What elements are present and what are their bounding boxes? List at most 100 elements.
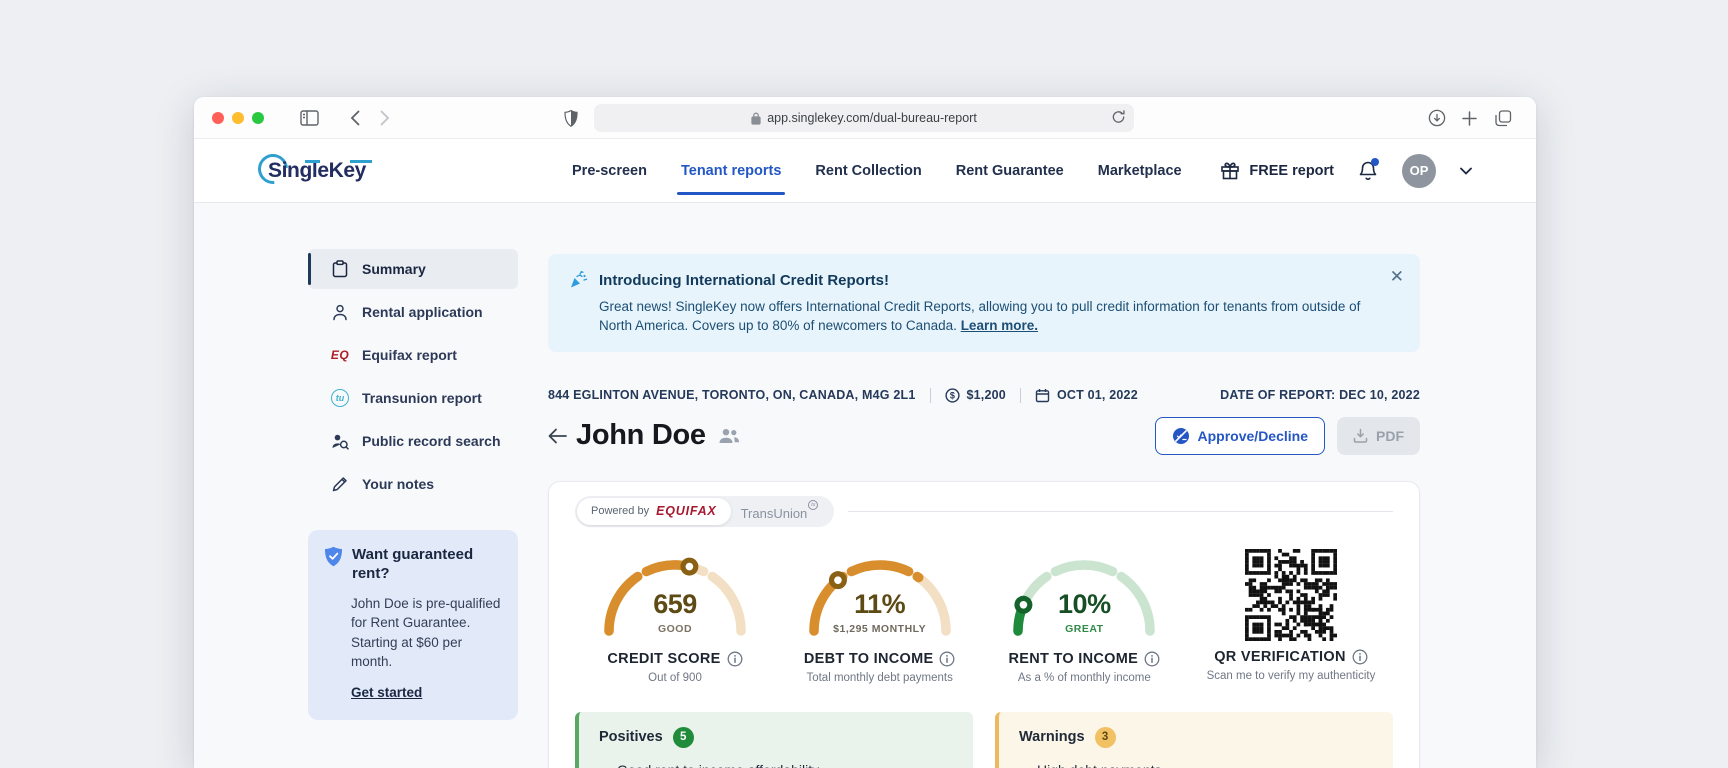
app-navbar: SingleKey Pre-screen Tenant reports Rent… bbox=[194, 139, 1536, 203]
rent-to-income-metric: 10% GREAT RENT TO INCOME As a % of month… bbox=[986, 549, 1182, 684]
co-applicants-icon[interactable] bbox=[718, 428, 740, 444]
positives-count-badge: 5 bbox=[672, 726, 694, 748]
positives-panel: Positives 5 Good rent to income affordab… bbox=[575, 711, 973, 768]
tenant-name: John Doe bbox=[576, 419, 706, 452]
info-icon[interactable] bbox=[727, 651, 743, 667]
back-icon[interactable] bbox=[344, 107, 366, 129]
report-sidebar: Summary Rental application EQ Equifax re… bbox=[308, 249, 518, 768]
zoom-window-button[interactable] bbox=[252, 112, 264, 124]
lock-icon bbox=[751, 112, 761, 125]
positive-item: Good rent to income affordability bbox=[617, 762, 953, 768]
debt-to-income-metric: 11% $1,295 MONTHLY DEBT TO INCOME Total … bbox=[782, 549, 978, 684]
powered-by-label: Powered by bbox=[591, 505, 650, 518]
transunion-logo-icon: tu bbox=[330, 389, 350, 407]
qr-verification-block: QR VERIFICATION Scan me to verify my aut… bbox=[1191, 548, 1391, 684]
sidebar-item-transunion-report[interactable]: tu Transunion report bbox=[308, 378, 518, 418]
navbar-actions: FREE report OP bbox=[1220, 153, 1472, 188]
learn-more-link[interactable]: Learn more. bbox=[961, 318, 1038, 333]
url-text: app.singlekey.com/dual-bureau-report bbox=[767, 111, 977, 125]
tab-overview-icon[interactable] bbox=[1492, 107, 1514, 129]
credit-score-rating: GOOD bbox=[657, 622, 693, 635]
browser-window: app.singlekey.com/dual-bureau-report Sin… bbox=[194, 97, 1536, 768]
credit-score-caption: Out of 900 bbox=[648, 671, 702, 684]
shield-check-icon bbox=[324, 546, 343, 567]
divider bbox=[929, 387, 931, 403]
person-icon bbox=[330, 304, 350, 321]
flags-row: Positives 5 Good rent to income affordab… bbox=[575, 711, 1393, 768]
new-tab-icon[interactable] bbox=[1458, 107, 1480, 129]
tab-tenant-reports[interactable]: Tenant reports bbox=[676, 139, 786, 203]
warnings-count-badge: 3 bbox=[1094, 726, 1116, 748]
close-window-button[interactable] bbox=[212, 112, 224, 124]
qr-caption: Scan me to verify my authenticity bbox=[1206, 669, 1376, 682]
property-address: 844 EGLINTON AVENUE, TORONTO, ON, CANADA… bbox=[548, 388, 916, 403]
browser-toolbar: app.singlekey.com/dual-bureau-report bbox=[194, 97, 1536, 139]
sidebar-toggle-icon[interactable] bbox=[298, 107, 320, 129]
minimize-window-button[interactable] bbox=[232, 112, 244, 124]
privacy-shield-icon[interactable] bbox=[560, 107, 582, 129]
notifications-button[interactable] bbox=[1358, 157, 1379, 182]
rent-to-income-caption: As a % of monthly income bbox=[1017, 671, 1151, 684]
sidebar-item-label: Equifax report bbox=[362, 347, 457, 363]
clipboard-icon bbox=[330, 260, 350, 278]
get-started-link[interactable]: Get started bbox=[351, 685, 422, 700]
divider bbox=[848, 510, 1393, 512]
free-report-label: FREE report bbox=[1249, 162, 1334, 179]
download-icon bbox=[1353, 428, 1368, 444]
lease-start-date: OCT 01, 2022 bbox=[1056, 388, 1138, 403]
qr-code-image bbox=[1244, 548, 1337, 641]
summary-card: Powered by EQUIFAX TransUnion tu 659 GOO… bbox=[548, 480, 1420, 768]
info-icon[interactable] bbox=[1144, 651, 1160, 667]
person-search-icon bbox=[330, 433, 350, 450]
tab-equifax[interactable]: Powered by EQUIFAX bbox=[577, 497, 731, 525]
tab-rent-collection[interactable]: Rent Collection bbox=[815, 139, 921, 203]
transunion-mark-icon: tu bbox=[808, 499, 819, 510]
bureau-tabs: Powered by EQUIFAX TransUnion tu bbox=[575, 495, 1393, 527]
sidebar-item-your-notes[interactable]: Your notes bbox=[308, 464, 518, 504]
info-icon[interactable] bbox=[939, 651, 955, 667]
dollar-circle-icon: $ bbox=[944, 388, 960, 403]
pdf-label: PDF bbox=[1376, 427, 1404, 444]
pencil-icon bbox=[330, 476, 350, 492]
credit-score-label: CREDIT SCORE bbox=[607, 650, 721, 667]
debt-to-income-caption: Total monthly debt payments bbox=[806, 671, 953, 684]
approve-decline-icon bbox=[1172, 427, 1190, 445]
sidebar-item-label: Summary bbox=[362, 261, 426, 277]
credit-score-value: 659 bbox=[653, 588, 697, 619]
monthly-rent: $1,200 bbox=[966, 388, 1006, 403]
info-icon[interactable] bbox=[1352, 649, 1368, 665]
credit-score-metric: 659 GOOD CREDIT SCORE Out of 900 bbox=[577, 549, 773, 684]
svg-text:$: $ bbox=[949, 390, 954, 400]
close-icon[interactable]: ✕ bbox=[1390, 268, 1404, 285]
sidebar-item-rental-application[interactable]: Rental application bbox=[308, 292, 518, 332]
tab-transunion[interactable]: TransUnion tu bbox=[731, 499, 833, 521]
sidebar-item-summary[interactable]: Summary bbox=[308, 249, 518, 289]
page-content: Summary Rental application EQ Equifax re… bbox=[194, 203, 1536, 768]
approve-decline-button[interactable]: Approve/Decline bbox=[1154, 416, 1325, 455]
tab-rent-guarantee[interactable]: Rent Guarantee bbox=[956, 139, 1064, 203]
account-chevron-down-icon[interactable] bbox=[1460, 167, 1472, 175]
free-report-button[interactable]: FREE report bbox=[1220, 161, 1334, 180]
announcement-banner: Introducing International Credit Reports… bbox=[548, 254, 1420, 352]
reload-icon[interactable] bbox=[1111, 109, 1126, 125]
sidebar-item-public-record-search[interactable]: Public record search bbox=[308, 421, 518, 461]
rent-to-income-label: RENT TO INCOME bbox=[1008, 650, 1139, 667]
promo-body: John Doe is pre-qualified for Rent Guara… bbox=[351, 595, 501, 670]
calendar-icon bbox=[1035, 388, 1050, 403]
tab-pre-screen[interactable]: Pre-screen bbox=[572, 139, 647, 203]
sidebar-item-equifax-report[interactable]: EQ Equifax report bbox=[308, 335, 518, 375]
address-bar[interactable]: app.singlekey.com/dual-bureau-report bbox=[594, 104, 1134, 132]
avatar[interactable]: OP bbox=[1402, 153, 1436, 188]
back-arrow-icon[interactable] bbox=[548, 428, 576, 444]
equifax-wordmark: EQUIFAX bbox=[656, 504, 717, 519]
singlekey-logo[interactable]: SingleKey bbox=[251, 147, 400, 190]
tab-marketplace[interactable]: Marketplace bbox=[1098, 139, 1182, 203]
transunion-wordmark: TransUnion bbox=[740, 505, 808, 521]
rent-to-income-rating: GREAT bbox=[1065, 622, 1104, 635]
debt-to-income-label: DEBT TO INCOME bbox=[803, 650, 934, 667]
downloads-icon[interactable] bbox=[1426, 107, 1448, 129]
pdf-download-button[interactable]: PDF bbox=[1337, 416, 1420, 455]
forward-icon[interactable] bbox=[374, 107, 396, 129]
warnings-panel: Warnings 3 High debt payments bbox=[995, 711, 1393, 768]
sidebar-item-label: Your notes bbox=[362, 476, 435, 492]
